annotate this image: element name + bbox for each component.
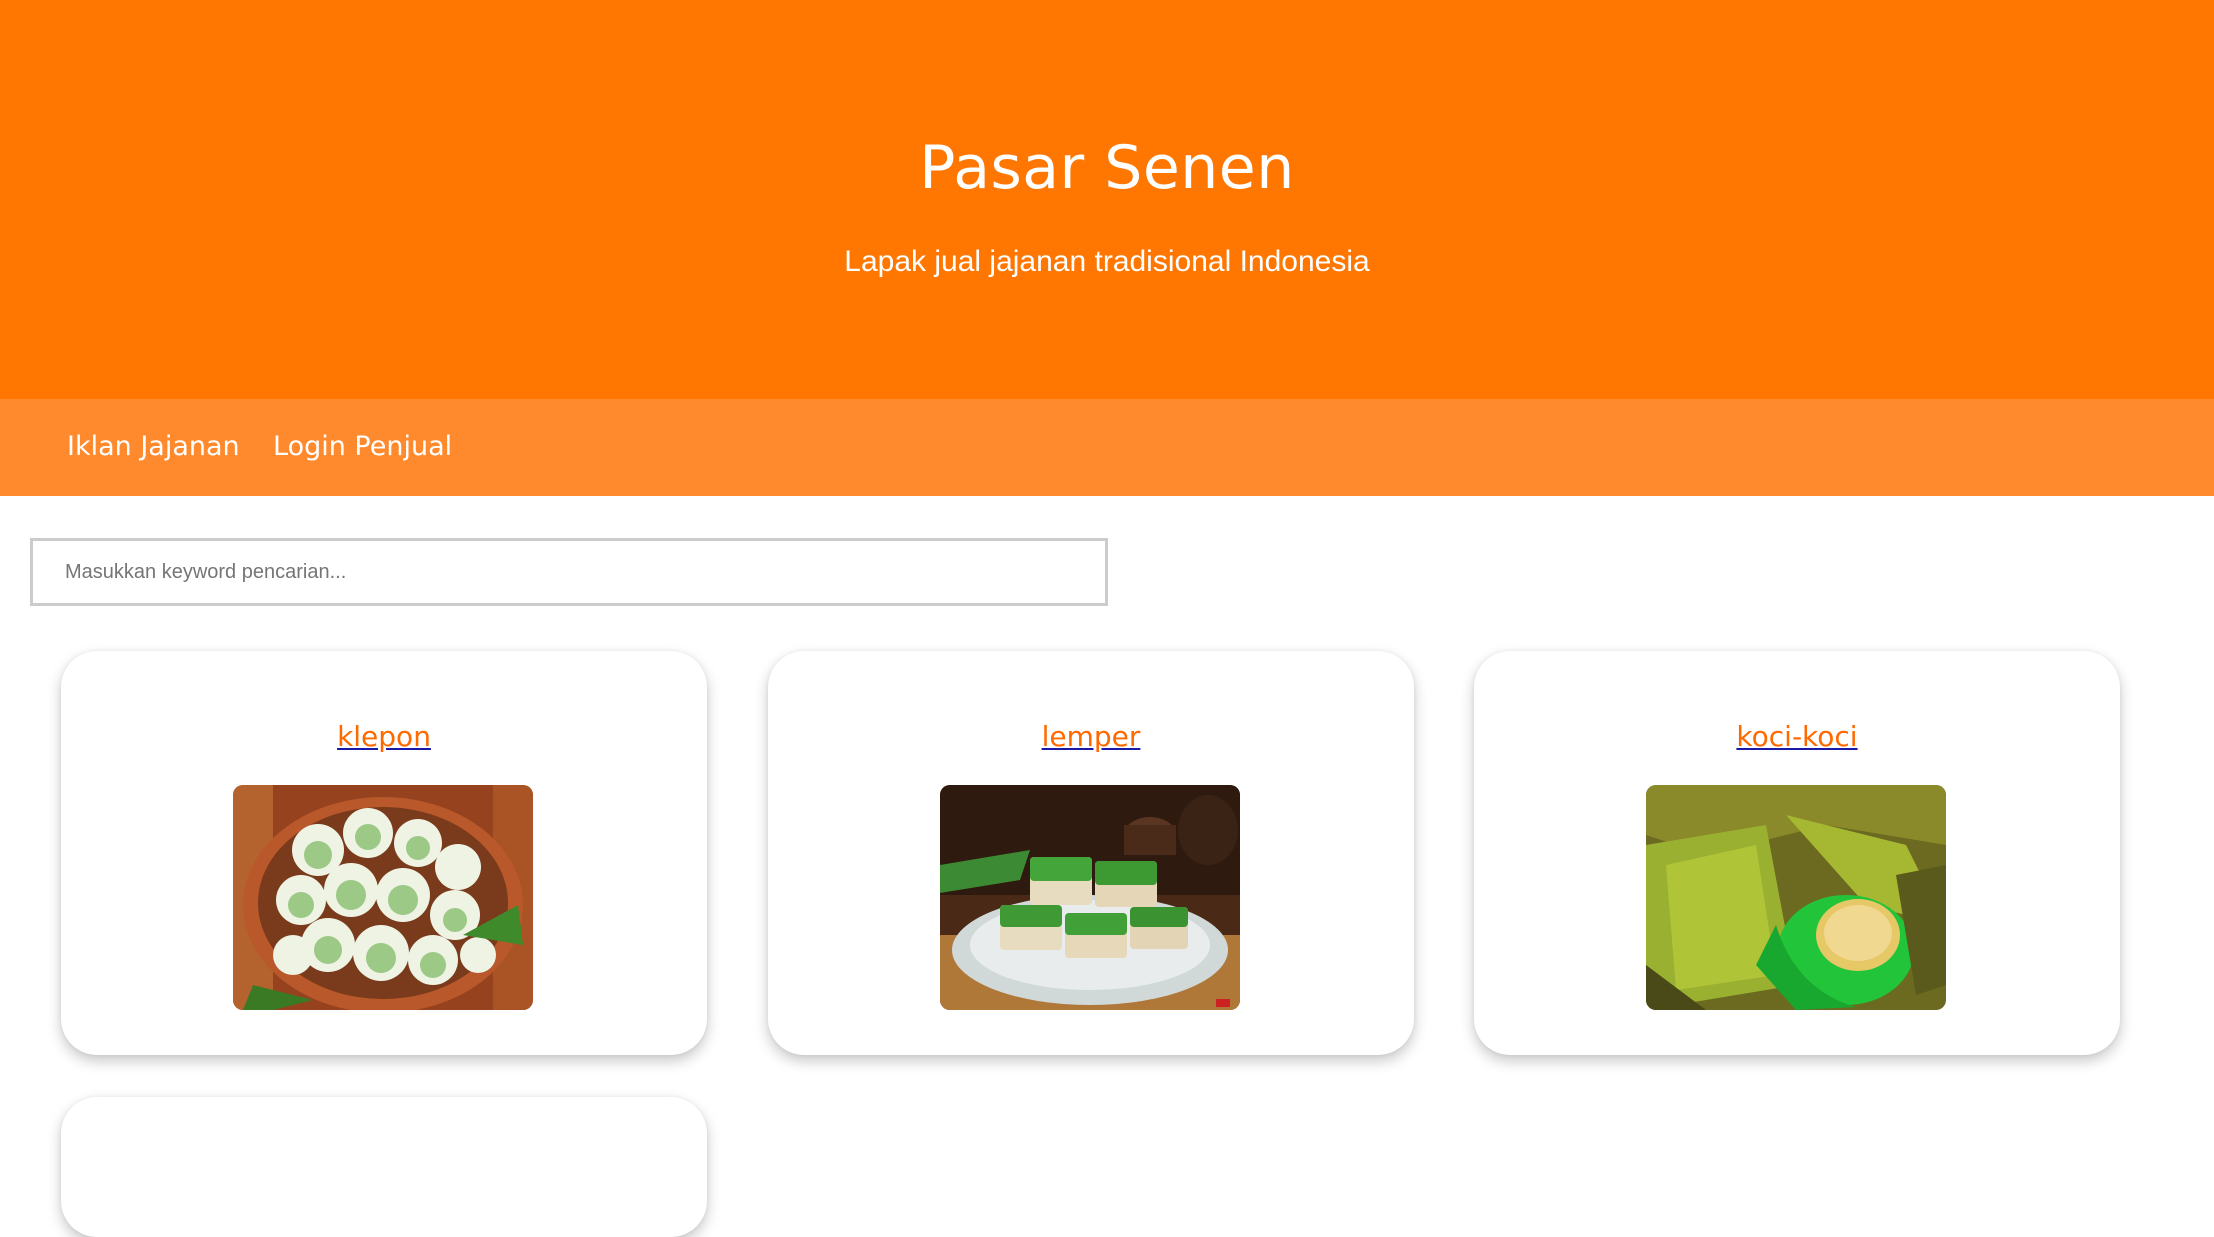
main-navbar: Iklan Jajanan Login Penjual [0, 399, 2214, 496]
koci-koci-image[interactable] [1646, 785, 1946, 1010]
search-box [30, 538, 1108, 606]
product-card-koci-koci[interactable]: koci-koci [1474, 651, 2120, 1055]
product-card-lemper[interactable]: lemper [768, 651, 1414, 1055]
product-title-link[interactable]: lemper [768, 719, 1414, 755]
site-header: Pasar Senen Lapak jual jajanan tradision… [0, 0, 2214, 399]
nav-link-iklan-jajanan[interactable]: Iklan Jajanan [67, 429, 240, 465]
product-card-klepon[interactable]: klepon [61, 651, 707, 1055]
product-card-partial[interactable] [61, 1097, 707, 1237]
search-input[interactable] [33, 541, 1105, 603]
nav-link-login-penjual[interactable]: Login Penjual [273, 429, 452, 465]
klepon-image[interactable] [233, 785, 533, 1010]
lemper-image[interactable] [940, 785, 1240, 1010]
site-title: Pasar Senen [919, 133, 1295, 203]
product-title-link[interactable]: klepon [61, 719, 707, 755]
site-subtitle: Lapak jual jajanan tradisional Indonesia [844, 245, 1370, 278]
product-title-link[interactable]: koci-koci [1474, 719, 2120, 755]
